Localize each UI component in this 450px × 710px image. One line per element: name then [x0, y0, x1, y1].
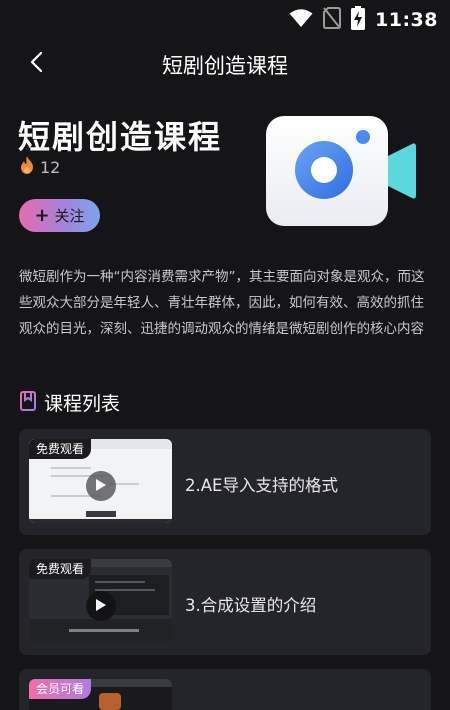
video-camera-icon: [262, 112, 418, 230]
lesson-card[interactable]: 免费观看 3.合成设置的介绍: [19, 549, 431, 655]
lesson-thumbnail: 免费观看: [29, 439, 172, 523]
section-header: 课程列表: [20, 389, 120, 416]
member-badge: 会员可看: [29, 679, 92, 699]
battery-charging-icon: [351, 6, 366, 34]
lesson-card[interactable]: 免费观看 2.AE导入支持的格式: [19, 429, 431, 535]
wifi-icon: [289, 8, 313, 32]
play-icon: [95, 597, 107, 616]
status-bar: 11:38: [0, 0, 450, 36]
play-button[interactable]: [86, 471, 116, 501]
free-badge: 免费观看: [29, 439, 92, 459]
play-button[interactable]: [86, 591, 116, 621]
lesson-thumbnail: 会员可看: [29, 679, 172, 710]
nav-bar: 短剧创造课程: [0, 40, 450, 88]
play-icon: [95, 477, 107, 496]
follow-label: 关注: [54, 207, 85, 225]
status-icons: 11:38: [289, 6, 438, 34]
flame-icon: [20, 156, 34, 178]
section-title: 课程列表: [44, 393, 121, 415]
hot-count-row: 12: [20, 156, 60, 178]
free-badge: 免费观看: [29, 559, 92, 579]
course-title: 短剧创造课程: [18, 118, 223, 156]
course-detail-page: 11:38 短剧创造课程 短剧创造课程 12 + 关注 微短剧作为一种“内容消费…: [0, 0, 450, 710]
lesson-thumbnail: 免费观看: [29, 559, 172, 643]
follow-button[interactable]: + 关注: [19, 199, 100, 232]
lesson-title: 3.合成设置的介绍: [185, 596, 317, 615]
course-description: 微短剧作为一种“内容消费需求产物”，其主要面向对象是观众，而这些观众大部分是年轻…: [19, 269, 425, 337]
plus-icon: +: [34, 204, 50, 226]
nav-title: 短剧创造课程: [162, 54, 288, 78]
status-time: 11:38: [375, 9, 438, 31]
bookmark-icon: [20, 390, 36, 415]
lesson-title: 2.AE导入支持的格式: [185, 476, 338, 495]
lesson-card[interactable]: 会员可看: [19, 669, 431, 710]
no-sim-icon: [323, 7, 342, 33]
hot-count: 12: [40, 157, 61, 177]
